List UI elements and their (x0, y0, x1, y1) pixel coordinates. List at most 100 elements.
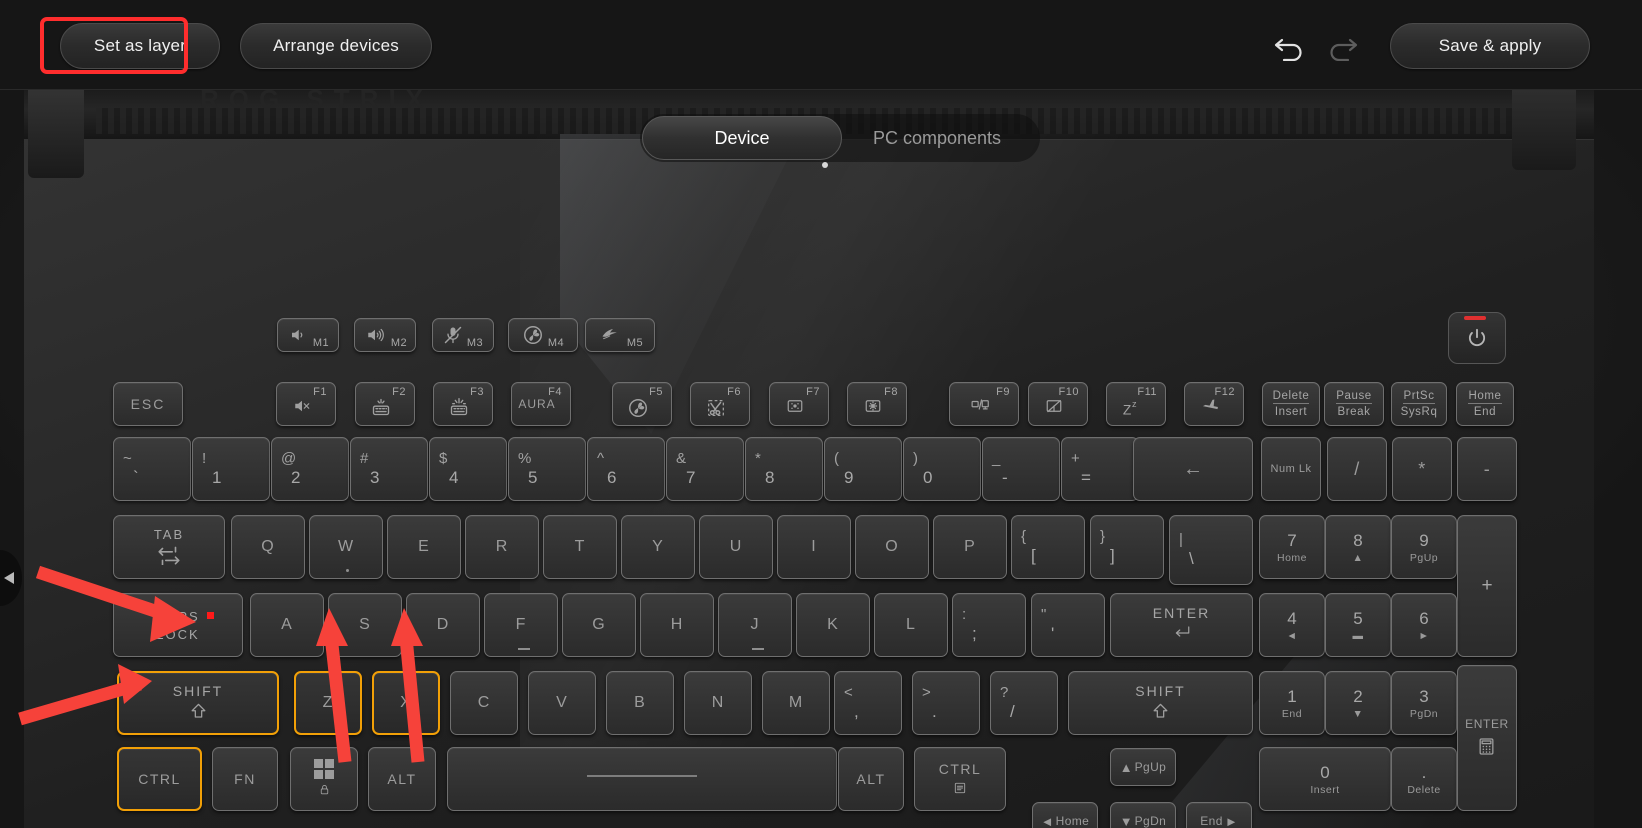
key-2[interactable]: @2 (271, 437, 349, 501)
key-o[interactable]: O (855, 515, 929, 579)
key-punct-1[interactable]: " ' (1031, 593, 1105, 657)
redo-button[interactable] (1322, 26, 1362, 66)
key-windows[interactable] (290, 747, 358, 811)
key-backslash[interactable]: | \ (1169, 515, 1253, 585)
key-f10[interactable]: F10 (1028, 382, 1088, 426)
key-x[interactable]: X (372, 671, 440, 735)
key-r[interactable]: R (465, 515, 539, 579)
key-f[interactable]: F (484, 593, 558, 657)
tab-device[interactable]: Device (642, 116, 842, 160)
numpad-key-5[interactable]: 5 ▬ (1325, 593, 1391, 657)
key-bracket-[[interactable]: {[ (1011, 515, 1085, 579)
key-3[interactable]: #3 (350, 437, 428, 501)
key-z[interactable]: Z (294, 671, 362, 735)
key-0[interactable]: ) 0 (903, 437, 981, 501)
numpad-key-1[interactable]: 1 End (1259, 671, 1325, 735)
key-f9[interactable]: F9 (949, 382, 1019, 426)
key-f6[interactable]: F6 (690, 382, 750, 426)
key-e[interactable]: E (387, 515, 461, 579)
key-prtsc[interactable]: PrtSc SysRq (1391, 382, 1447, 426)
set-as-layer-button[interactable]: Set as layer (60, 23, 220, 69)
key-h[interactable]: H (640, 593, 714, 657)
key-f2[interactable]: F2 (355, 382, 415, 426)
numpad-key-0[interactable]: 0 Insert (1259, 747, 1391, 811)
key-fn[interactable]: FN (212, 747, 278, 811)
key-punct-shift-0[interactable]: <, (834, 671, 902, 735)
key-punct-shift-1[interactable]: >. (912, 671, 980, 735)
key-p[interactable]: P (933, 515, 1007, 579)
key-7[interactable]: & 7 (666, 437, 744, 501)
key-c[interactable]: C (450, 671, 518, 735)
key-caps-lock[interactable]: CAPS LOCK (113, 593, 243, 657)
key-f4[interactable]: F4 AURA (511, 382, 571, 426)
key-b[interactable]: B (606, 671, 674, 735)
key-f11[interactable]: F11 Zz (1106, 382, 1166, 426)
numpad-key-enter[interactable]: ENTER (1457, 665, 1517, 811)
key-f8[interactable]: F8 (847, 382, 907, 426)
key-arrow-left[interactable]: ◄ Home (1032, 802, 1098, 828)
macro-key-m5[interactable]: M5 (585, 318, 655, 352)
key-pause[interactable]: Pause Break (1324, 382, 1384, 426)
numpad-key-8[interactable]: 8 ▲ (1325, 515, 1391, 579)
key-enter[interactable]: ENTER (1110, 593, 1253, 657)
key-bracket-][interactable]: }] (1090, 515, 1164, 579)
key-alt-right[interactable]: ALT (838, 747, 904, 811)
key-space[interactable] (447, 747, 837, 811)
key-f12[interactable]: F12 (1184, 382, 1244, 426)
key-arrow-down[interactable]: ▼ PgDn (1110, 802, 1176, 828)
numpad-key-7[interactable]: 7 Home (1259, 515, 1325, 579)
numpad-key-4[interactable]: 4 ◄ (1259, 593, 1325, 657)
macro-key-m2[interactable]: M2 (354, 318, 416, 352)
key-shift-right[interactable]: SHIFT (1068, 671, 1253, 735)
key-f5[interactable]: F5 (612, 382, 672, 426)
macro-key-m1[interactable]: M1 (277, 318, 339, 352)
key-ctrl-right[interactable]: CTRL (914, 747, 1006, 811)
key-5[interactable]: % 5 (508, 437, 586, 501)
key-s[interactable]: S (328, 593, 402, 657)
numpad-key-3[interactable]: 3 PgDn (1391, 671, 1457, 735)
key-a[interactable]: A (250, 593, 324, 657)
key-f7[interactable]: F7 (769, 382, 829, 426)
key-u[interactable]: U (699, 515, 773, 579)
key-arrow-right[interactable]: End ► (1186, 802, 1252, 828)
key-arrow-up[interactable]: ▲ PgUp (1110, 748, 1176, 786)
key-9[interactable]: (9 (824, 437, 902, 501)
key-tab[interactable]: TAB (113, 515, 225, 579)
key-delete[interactable]: Delete Insert (1262, 382, 1320, 426)
macro-key-m3[interactable]: M3 (432, 318, 494, 352)
numpad-key-2[interactable]: 2 ▼ (1325, 671, 1391, 735)
key-l[interactable]: L (874, 593, 948, 657)
key-6[interactable]: ^ 6 (587, 437, 665, 501)
key-backspace[interactable]: ← (1133, 437, 1253, 501)
key-alt-left[interactable]: ALT (368, 747, 436, 811)
sidebar-collapse-handle[interactable] (0, 550, 22, 606)
key-1[interactable]: ! 1 (192, 437, 270, 501)
key-j[interactable]: J (718, 593, 792, 657)
key-f3[interactable]: F3 (433, 382, 493, 426)
key-/[interactable]: / (1327, 437, 1387, 501)
key-m[interactable]: M (762, 671, 830, 735)
key-y[interactable]: Y (621, 515, 695, 579)
key-`[interactable]: ~ ` (113, 437, 191, 501)
numpad-key-9[interactable]: 9 PgUp (1391, 515, 1457, 579)
key--[interactable]: _ - (982, 437, 1060, 501)
key-8[interactable]: * 8 (745, 437, 823, 501)
key-i[interactable]: I (777, 515, 851, 579)
key-num-lk[interactable]: Num Lk (1261, 437, 1321, 501)
tab-pc-components[interactable]: PC components (842, 116, 1032, 160)
key-g[interactable]: G (562, 593, 636, 657)
key-*[interactable]: * (1392, 437, 1452, 501)
key-f1[interactable]: F1 (276, 382, 336, 426)
save-and-apply-button[interactable]: Save & apply (1390, 23, 1590, 69)
key-shift-left[interactable]: SHIFT (117, 671, 279, 735)
key-ctrl-left[interactable]: CTRL (117, 747, 202, 811)
key-4[interactable]: $4 (429, 437, 507, 501)
undo-button[interactable] (1270, 26, 1310, 66)
key-punct-shift-2[interactable]: ? / (990, 671, 1058, 735)
key-v[interactable]: V (528, 671, 596, 735)
key-n[interactable]: N (684, 671, 752, 735)
key-d[interactable]: D (406, 593, 480, 657)
key-home[interactable]: Home End (1456, 382, 1514, 426)
arrange-devices-button[interactable]: Arrange devices (240, 23, 432, 69)
key--[interactable]: - (1457, 437, 1517, 501)
